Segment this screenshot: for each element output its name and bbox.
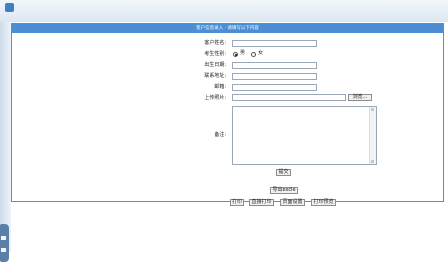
app-logo-icon	[5, 3, 14, 12]
birthday-label: 出生日期:	[204, 62, 226, 68]
address-label: 联系地址:	[204, 73, 226, 79]
left-frame	[0, 22, 11, 262]
birthday-input[interactable]	[232, 62, 317, 69]
remark-textarea[interactable]	[232, 106, 377, 165]
scroll-down-icon[interactable]	[371, 160, 374, 163]
gender-female-label: 女	[258, 50, 264, 56]
gender-label: 考生性别:	[204, 51, 226, 57]
gender-male-label: 男	[240, 50, 246, 56]
form-panel: 客户信息录入 · 请填写以下内容	[11, 23, 444, 202]
side-tab-mark	[1, 248, 6, 252]
print-preview-button[interactable]: 打印预览	[311, 199, 336, 206]
side-tab-mark	[1, 236, 6, 240]
name-input[interactable]	[232, 40, 317, 47]
remark-scrollbar[interactable]	[369, 107, 376, 164]
email-input[interactable]	[232, 84, 317, 91]
print-button[interactable]: 打印	[230, 199, 244, 206]
remark-label: 备注:	[214, 132, 226, 138]
page-setup-button[interactable]: 页面设置	[280, 199, 305, 206]
panel-title: 客户信息录入 · 请填写以下内容	[12, 24, 443, 33]
gender-female-radio[interactable]	[251, 52, 256, 57]
top-bar	[0, 0, 448, 22]
address-input[interactable]	[232, 73, 317, 80]
browse-button[interactable]: 浏览...	[348, 94, 372, 101]
gender-male-radio[interactable]	[233, 52, 238, 57]
side-tab-icon	[0, 224, 9, 262]
submit-button[interactable]: 提交	[276, 169, 291, 176]
scroll-up-icon[interactable]	[371, 108, 374, 111]
email-label: 邮箱:	[214, 84, 226, 90]
direct-print-button[interactable]: 直接打印	[249, 199, 274, 206]
name-label: 客户姓名:	[204, 40, 226, 46]
photo-label: 上传照片:	[204, 95, 226, 101]
export-excel-button[interactable]: 导出excle	[270, 187, 298, 194]
photo-file-input[interactable]	[232, 94, 346, 101]
